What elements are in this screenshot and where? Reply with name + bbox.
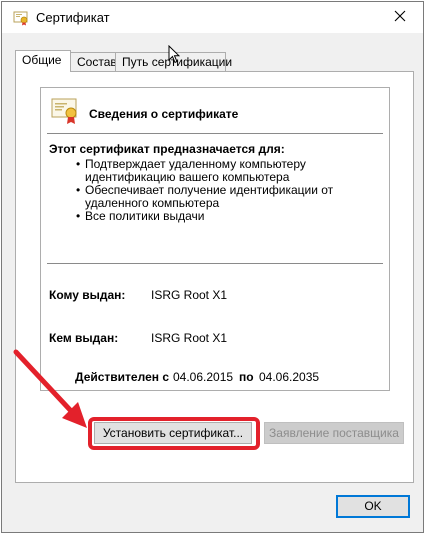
issued-to-value[interactable]: ISRG Root X1 bbox=[151, 288, 227, 302]
issued-to-label: Кому выдан: bbox=[49, 288, 126, 302]
bullet-icon: • bbox=[76, 183, 81, 197]
ok-button[interactable]: OK bbox=[336, 495, 410, 518]
certificate-icon bbox=[51, 97, 81, 125]
divider bbox=[47, 133, 383, 134]
purpose-heading: Этот сертификат предназначается для: bbox=[49, 142, 285, 156]
cert-info-header: Сведения о сертификате bbox=[41, 88, 389, 133]
purpose-text: Все политики выдачи bbox=[85, 209, 205, 223]
title-bar[interactable]: Сертификат bbox=[2, 2, 423, 33]
valid-from-label: Действителен с bbox=[75, 370, 169, 384]
issued-by-label: Кем выдан: bbox=[49, 331, 119, 345]
purpose-text: Обеспечивает получение идентификации от … bbox=[85, 183, 334, 210]
tab-panel-general: Сведения о сертификате Этот сертификат п… bbox=[15, 71, 414, 483]
certificate-dialog: Сертификат Общие Состав Путь сертификаци… bbox=[1, 1, 424, 533]
tab-details[interactable]: Состав bbox=[70, 52, 117, 71]
valid-from-value[interactable]: 04.06.2015 bbox=[173, 370, 233, 384]
certificate-info-box: Сведения о сертификате Этот сертификат п… bbox=[40, 87, 390, 391]
purpose-list: • Подтверждает удаленному компьютеру иде… bbox=[76, 158, 381, 223]
tab-label: Состав bbox=[77, 55, 117, 69]
purpose-item: • Обеспечивает получение идентификации о… bbox=[76, 184, 381, 210]
close-button[interactable] bbox=[377, 2, 423, 33]
mouse-cursor-icon bbox=[168, 44, 181, 67]
valid-to-label: по bbox=[239, 370, 254, 384]
purpose-text: Подтверждает удаленному компьютеру идент… bbox=[85, 157, 306, 184]
divider bbox=[47, 263, 383, 264]
certificate-icon bbox=[13, 10, 29, 26]
purpose-item: • Все политики выдачи bbox=[76, 210, 381, 223]
tab-label: Общие bbox=[22, 53, 62, 67]
window-title: Сертификат bbox=[36, 10, 110, 25]
bullet-icon: • bbox=[76, 209, 81, 223]
close-icon bbox=[394, 10, 406, 25]
tab-general[interactable]: Общие bbox=[15, 50, 71, 72]
purpose-item: • Подтверждает удаленному компьютеру иде… bbox=[76, 158, 381, 184]
issuer-statement-button[interactable]: Заявление поставщика bbox=[264, 422, 404, 444]
highlight-box bbox=[88, 417, 260, 450]
issued-by-value[interactable]: ISRG Root X1 bbox=[151, 331, 227, 345]
valid-to-value[interactable]: 04.06.2035 bbox=[259, 370, 319, 384]
bullet-icon: • bbox=[76, 157, 81, 171]
cert-info-title: Сведения о сертификате bbox=[89, 107, 239, 121]
